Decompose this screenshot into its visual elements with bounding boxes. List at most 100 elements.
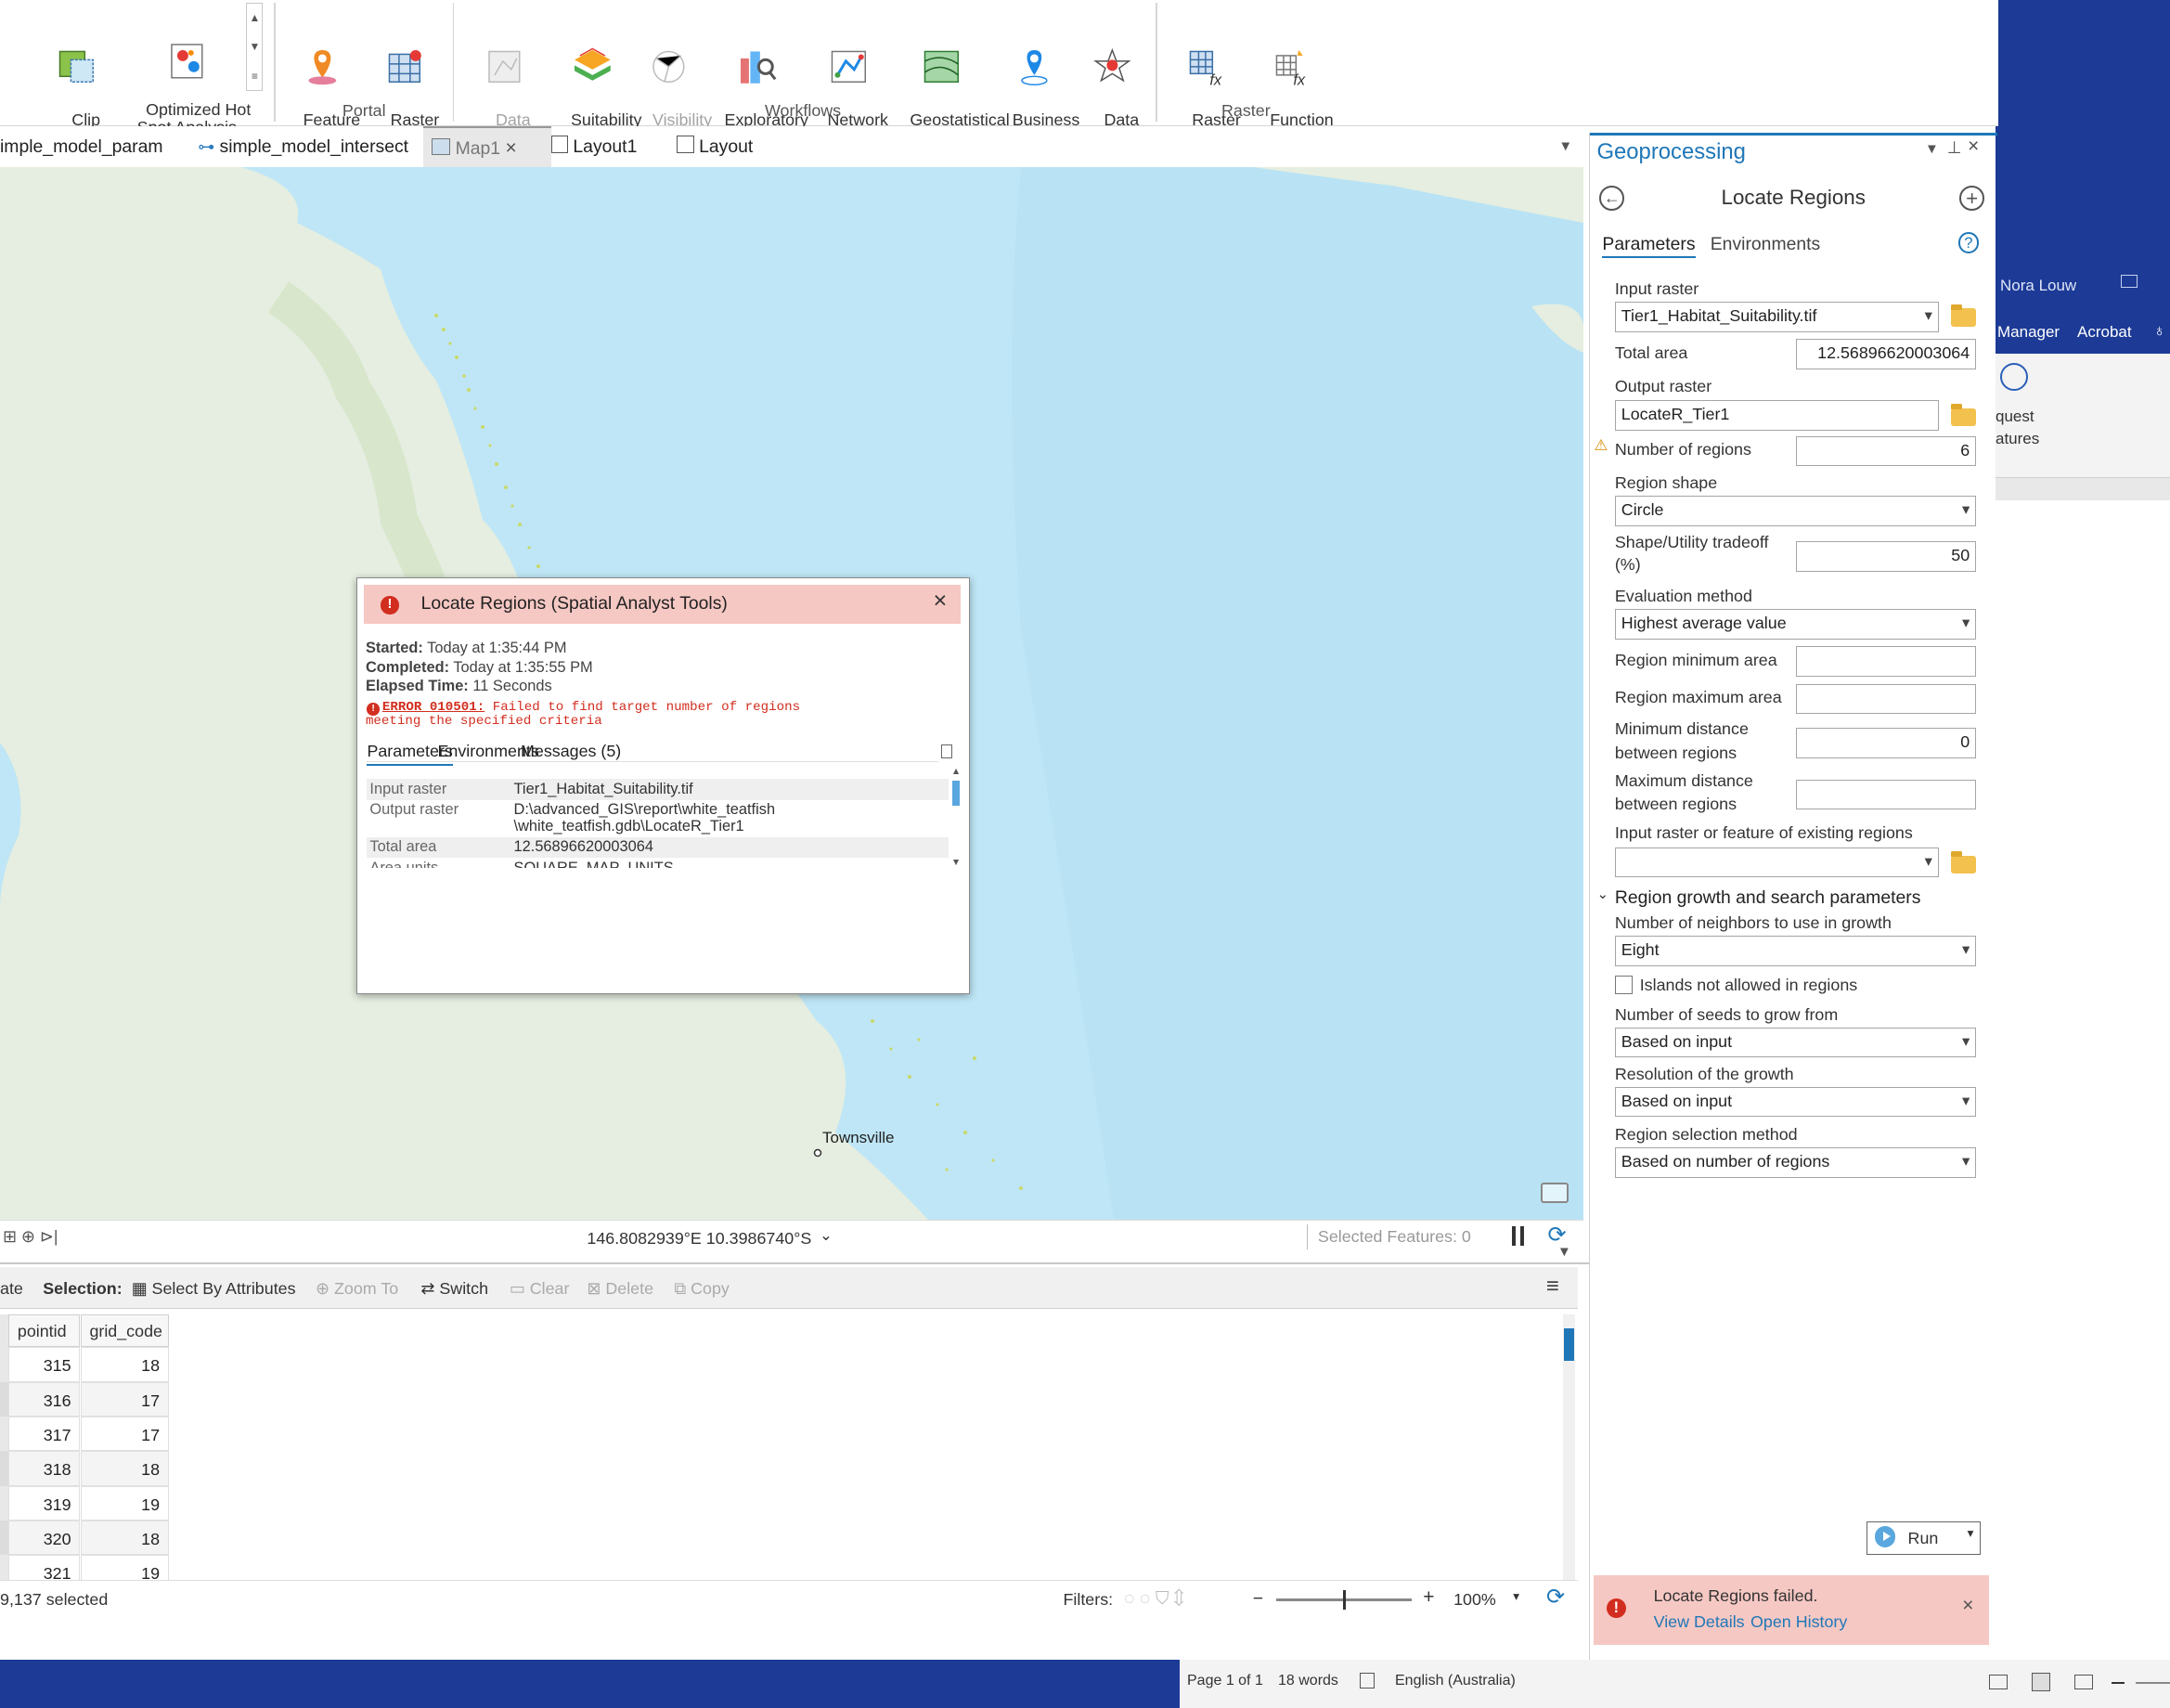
word-menu-manager[interactable]: Manager	[1997, 323, 2060, 342]
table-row[interactable]: 320 18	[0, 1520, 169, 1556]
tab-overflow-chevron-icon[interactable]: ▼	[1558, 126, 1572, 168]
attribution-icon[interactable]	[1541, 1183, 1569, 1203]
table-cell[interactable]: 17	[80, 1381, 169, 1417]
zoom-dropdown-icon[interactable]: ▾	[1513, 1589, 1519, 1604]
tab-environments[interactable]: Environments	[1711, 234, 1820, 255]
view-details-link[interactable]: View Details	[1654, 1612, 1745, 1632]
selection-method-select[interactable]: Based on number of regions	[1614, 1147, 1977, 1179]
chevron-down-icon[interactable]: ⌄	[820, 1226, 833, 1245]
max-distance-field[interactable]	[1796, 779, 1977, 810]
tab-parameters[interactable]: Parameters	[1602, 234, 1696, 259]
web-layout-icon[interactable]	[2074, 1675, 2093, 1689]
islands-checkbox[interactable]	[1614, 976, 1634, 994]
table-row[interactable]: 319 19	[0, 1485, 169, 1520]
gallery-scroll[interactable]: ▲ ▼ ≡	[246, 2, 264, 92]
proofing-icon[interactable]	[1360, 1673, 1375, 1689]
row-header[interactable]	[0, 1451, 8, 1486]
zoom-in-icon[interactable]: +	[1423, 1586, 1434, 1609]
table-refresh-icon[interactable]: ⟳	[1546, 1584, 1565, 1611]
table-row[interactable]: 318 18	[0, 1451, 169, 1486]
word-ribbon-display-icon[interactable]	[2121, 275, 2138, 288]
input-raster-field[interactable]: Tier1_Habitat_Suitability.tif	[1614, 301, 1939, 332]
copy-icon[interactable]	[941, 744, 953, 758]
total-area-field[interactable]: 12.56896620003064	[1796, 339, 1977, 370]
delete-button[interactable]: ⊠ Delete	[587, 1279, 653, 1299]
table-cell[interactable]: 317	[7, 1417, 81, 1452]
table-cell[interactable]: 19	[80, 1485, 169, 1520]
request-icon[interactable]	[2000, 363, 2028, 391]
min-distance-field[interactable]: 0	[1796, 728, 1977, 759]
tab-simple-model-intersect[interactable]: ⊶ simple_model_intersect	[189, 126, 417, 168]
folder-icon[interactable]	[1951, 304, 1977, 327]
read-mode-icon[interactable]	[1989, 1675, 2008, 1689]
table-zoom-value[interactable]: 100%	[1453, 1590, 1496, 1610]
table-cell[interactable]: 19	[80, 1555, 169, 1581]
word-word-count[interactable]: 18 words	[1278, 1673, 1338, 1689]
word-menu-acrobat[interactable]: Acrobat	[2077, 323, 2132, 342]
word-language[interactable]: English (Australia)	[1395, 1673, 1516, 1689]
existing-regions-field[interactable]	[1614, 847, 1939, 878]
seeds-select[interactable]: Based on input	[1614, 1027, 1977, 1058]
row-header[interactable]	[0, 1555, 8, 1581]
col-header-grid-code[interactable]: grid_code	[80, 1313, 169, 1348]
table-cell[interactable]: 320	[7, 1520, 81, 1556]
dialog-scroll-thumb[interactable]	[952, 780, 960, 806]
row-header[interactable]	[0, 1417, 8, 1452]
close-dialog-icon[interactable]: ×	[933, 588, 947, 615]
copy-button[interactable]: ⧉ Copy	[674, 1279, 729, 1299]
pin-icon[interactable]: ⊥	[1947, 138, 1962, 158]
scroll-down-icon[interactable]: ▼	[951, 858, 961, 868]
open-history-link[interactable]: Open History	[1750, 1612, 1847, 1632]
clear-button[interactable]: ▭ Clear	[510, 1279, 570, 1299]
zoom-out-icon[interactable]	[2112, 1682, 2125, 1684]
col-header-pointid[interactable]: pointid	[7, 1313, 81, 1348]
print-layout-icon[interactable]	[2032, 1673, 2050, 1691]
select-by-attributes-button[interactable]: ▦ Select By Attributes	[132, 1279, 296, 1299]
error-code-link[interactable]: ERROR 010501:	[382, 700, 484, 715]
folder-icon[interactable]	[1951, 404, 1977, 427]
tab-simple-model-param[interactable]: imple_model_param	[0, 126, 171, 168]
pause-icon[interactable]	[1511, 1225, 1517, 1246]
table-menu-icon[interactable]: ≡	[1546, 1274, 1559, 1300]
help-icon[interactable]: ?	[1957, 232, 1980, 253]
table-cell[interactable]: 17	[80, 1417, 169, 1452]
dismiss-icon[interactable]: ×	[1962, 1595, 1973, 1617]
lightbulb-icon[interactable]: ♁	[2153, 321, 2166, 341]
table-cell[interactable]: 316	[7, 1381, 81, 1417]
dialog-tab-messages[interactable]: Messages (5)	[521, 742, 621, 761]
map-nav-icons[interactable]: ⊞ ⊕ ⊳|	[3, 1227, 58, 1247]
neighbors-select[interactable]: Eight	[1614, 936, 1977, 966]
table-cell[interactable]: 315	[7, 1347, 81, 1382]
region-min-area-field[interactable]	[1796, 646, 1977, 678]
tab-layout[interactable]: Layout	[668, 126, 761, 168]
section-collapse-chevron-icon[interactable]: ⌄	[1596, 886, 1608, 902]
word-zoom-slider[interactable]	[2136, 1682, 2170, 1684]
close-icon[interactable]: ×	[505, 137, 516, 159]
table-scroll-thumb[interactable]	[1564, 1327, 1574, 1362]
table-cell[interactable]: 18	[80, 1347, 169, 1382]
row-header[interactable]	[0, 1520, 8, 1556]
table-row[interactable]: 316 17	[0, 1381, 169, 1417]
row-header[interactable]	[0, 1381, 8, 1417]
tab-map1[interactable]: Map1 ×	[423, 126, 551, 170]
growth-section-header[interactable]: Region growth and search parameters	[1615, 887, 1921, 909]
table-zoom-slider-thumb[interactable]	[1342, 1590, 1346, 1611]
zoom-to-button[interactable]: ⊕ Zoom To	[316, 1279, 398, 1299]
tradeoff-field[interactable]: 50	[1796, 540, 1977, 572]
region-shape-select[interactable]: Circle	[1614, 495, 1977, 526]
table-cell[interactable]: 319	[7, 1485, 81, 1520]
table-cell[interactable]: 321	[7, 1555, 81, 1581]
table-toolbar-prefix[interactable]: ate	[0, 1279, 23, 1299]
resolution-select[interactable]: Based on input	[1614, 1086, 1977, 1118]
table-row[interactable]: 317 17	[0, 1417, 169, 1452]
table-row[interactable]: 315 18	[0, 1347, 169, 1382]
run-dropdown-icon[interactable]: ▾	[1968, 1526, 1974, 1541]
add-icon[interactable]: +	[1959, 185, 1985, 211]
table-cell[interactable]: 18	[80, 1520, 169, 1556]
output-raster-field[interactable]: LocateR_Tier1	[1614, 399, 1939, 431]
filter-icons[interactable]: ◌ ◌ ⛉ ⇕	[1124, 1588, 1184, 1610]
table-scrollbar[interactable]	[1562, 1313, 1576, 1581]
table-cell[interactable]: 18	[80, 1451, 169, 1486]
region-max-area-field[interactable]	[1796, 683, 1977, 715]
tab-layout1[interactable]: Layout1	[543, 126, 646, 168]
